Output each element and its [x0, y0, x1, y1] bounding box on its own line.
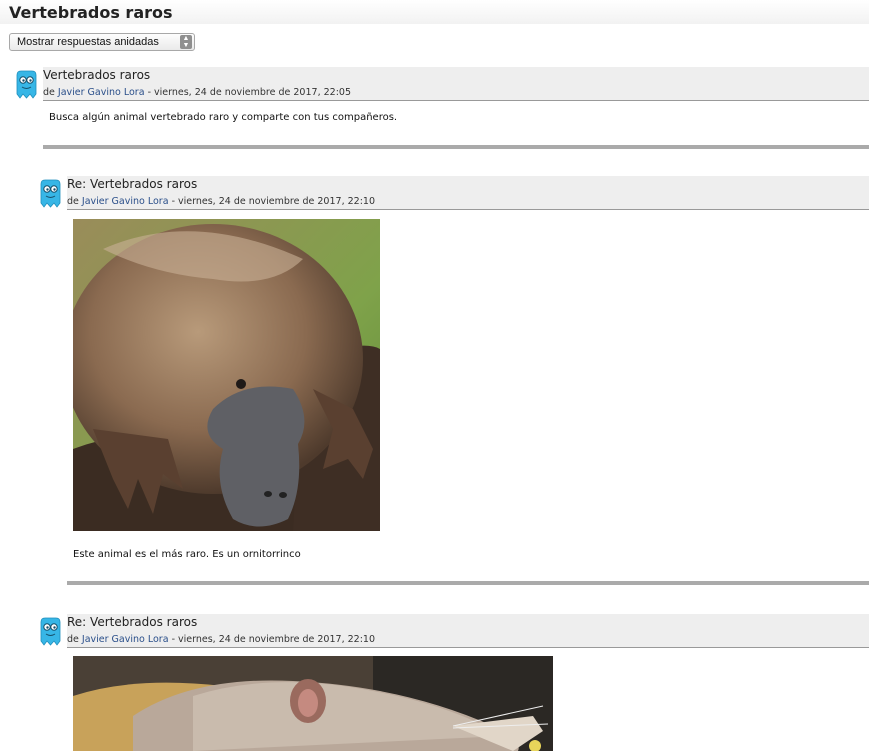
post-date: - viernes, 24 de noviembre de 2017, 22:1… — [171, 196, 375, 207]
post-byline: de Javier Gavino Lora - viernes, 24 de n… — [43, 87, 351, 98]
post-date: - viernes, 24 de noviembre de 2017, 22:1… — [171, 634, 375, 645]
byline-prefix: de — [67, 634, 79, 645]
post-byline: de Javier Gavino Lora - viernes, 24 de n… — [67, 196, 375, 207]
display-mode-value: Mostrar respuestas anidadas — [17, 36, 159, 48]
post-separator — [67, 581, 869, 585]
byline-prefix: de — [67, 196, 79, 207]
post-message: Busca algún animal vertebrado raro y com… — [49, 112, 398, 123]
display-mode-select[interactable]: Mostrar respuestas anidadas ▲ ▼ — [9, 33, 195, 51]
author-link[interactable]: Javier Gavino Lora — [58, 87, 145, 98]
byline-prefix: de — [43, 87, 55, 98]
forum-post: Re: Vertebrados raros de Javier Gavino L… — [67, 614, 869, 648]
post-message: Este animal es el más raro. Es un ornito… — [73, 549, 301, 560]
post-subject: Re: Vertebrados raros — [67, 177, 198, 191]
updown-arrows-icon: ▲ ▼ — [180, 35, 192, 49]
platypus-image — [73, 219, 380, 531]
forum-post: Vertebrados raros de Javier Gavino Lora … — [43, 67, 869, 101]
post-subject: Re: Vertebrados raros — [67, 615, 198, 629]
user-avatar-icon[interactable] — [38, 617, 63, 647]
user-avatar-icon[interactable] — [14, 70, 39, 100]
shrew-image — [73, 656, 553, 751]
post-header: Vertebrados raros de Javier Gavino Lora … — [43, 67, 869, 101]
author-link[interactable]: Javier Gavino Lora — [82, 634, 169, 645]
post-byline: de Javier Gavino Lora - viernes, 24 de n… — [67, 634, 375, 645]
page-header: Vertebrados raros — [0, 0, 869, 24]
post-separator — [43, 145, 869, 149]
page-title: Vertebrados raros — [9, 3, 173, 22]
post-date: - viernes, 24 de noviembre de 2017, 22:0… — [147, 87, 351, 98]
user-avatar-icon[interactable] — [38, 179, 63, 209]
forum-post: Re: Vertebrados raros de Javier Gavino L… — [67, 176, 869, 210]
post-subject: Vertebrados raros — [43, 68, 151, 82]
author-link[interactable]: Javier Gavino Lora — [82, 196, 169, 207]
post-header: Re: Vertebrados raros de Javier Gavino L… — [67, 614, 869, 648]
post-header: Re: Vertebrados raros de Javier Gavino L… — [67, 176, 869, 210]
